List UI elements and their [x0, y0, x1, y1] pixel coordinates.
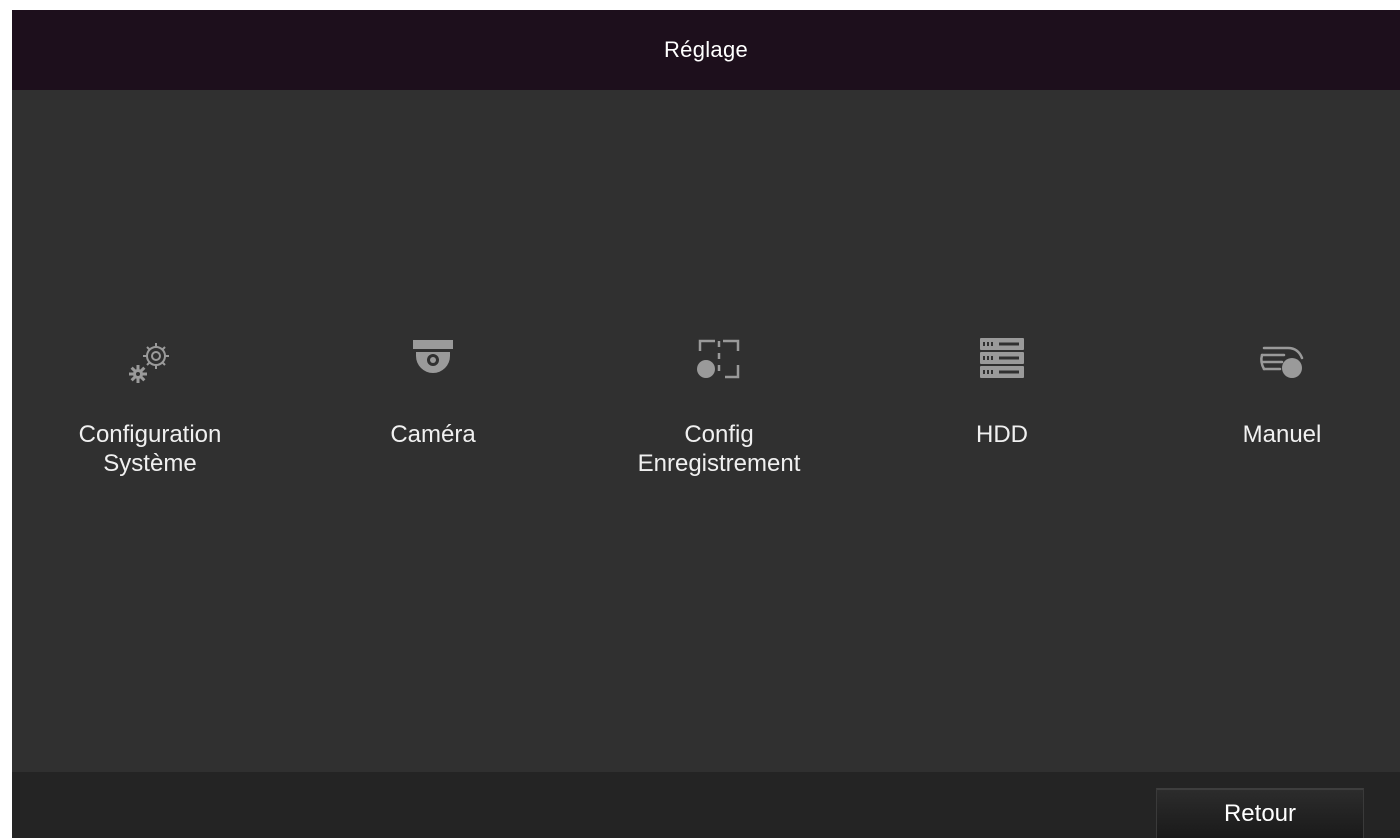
settings-screen: Réglage Configuration Système Caméra Con… — [12, 10, 1400, 838]
back-button[interactable]: Retour — [1156, 788, 1364, 838]
menu-item-label: Config Enregistrement — [637, 421, 801, 477]
menu-item-system-config[interactable]: Configuration Système — [30, 334, 270, 494]
menu-item-label: Manuel — [1242, 421, 1322, 448]
manual-record-icon — [1254, 334, 1310, 390]
menu-item-label: HDD — [976, 421, 1028, 448]
record-config-icon — [691, 334, 747, 390]
hdd-icon — [974, 334, 1030, 390]
menu-item-manual[interactable]: Manuel — [1162, 334, 1400, 494]
menu-item-label: Configuration Système — [78, 421, 222, 477]
menu-item-hdd[interactable]: HDD — [882, 334, 1122, 494]
gears-icon — [122, 334, 178, 390]
dome-camera-icon — [405, 334, 461, 390]
menu-item-label: Caméra — [390, 421, 476, 448]
page-title: Réglage — [663, 37, 749, 62]
bottom-bar: Retour — [12, 772, 1400, 838]
menu-item-camera[interactable]: Caméra — [313, 334, 553, 494]
title-bar: Réglage — [12, 10, 1400, 90]
menu-item-record-config[interactable]: Config Enregistrement — [599, 334, 839, 494]
